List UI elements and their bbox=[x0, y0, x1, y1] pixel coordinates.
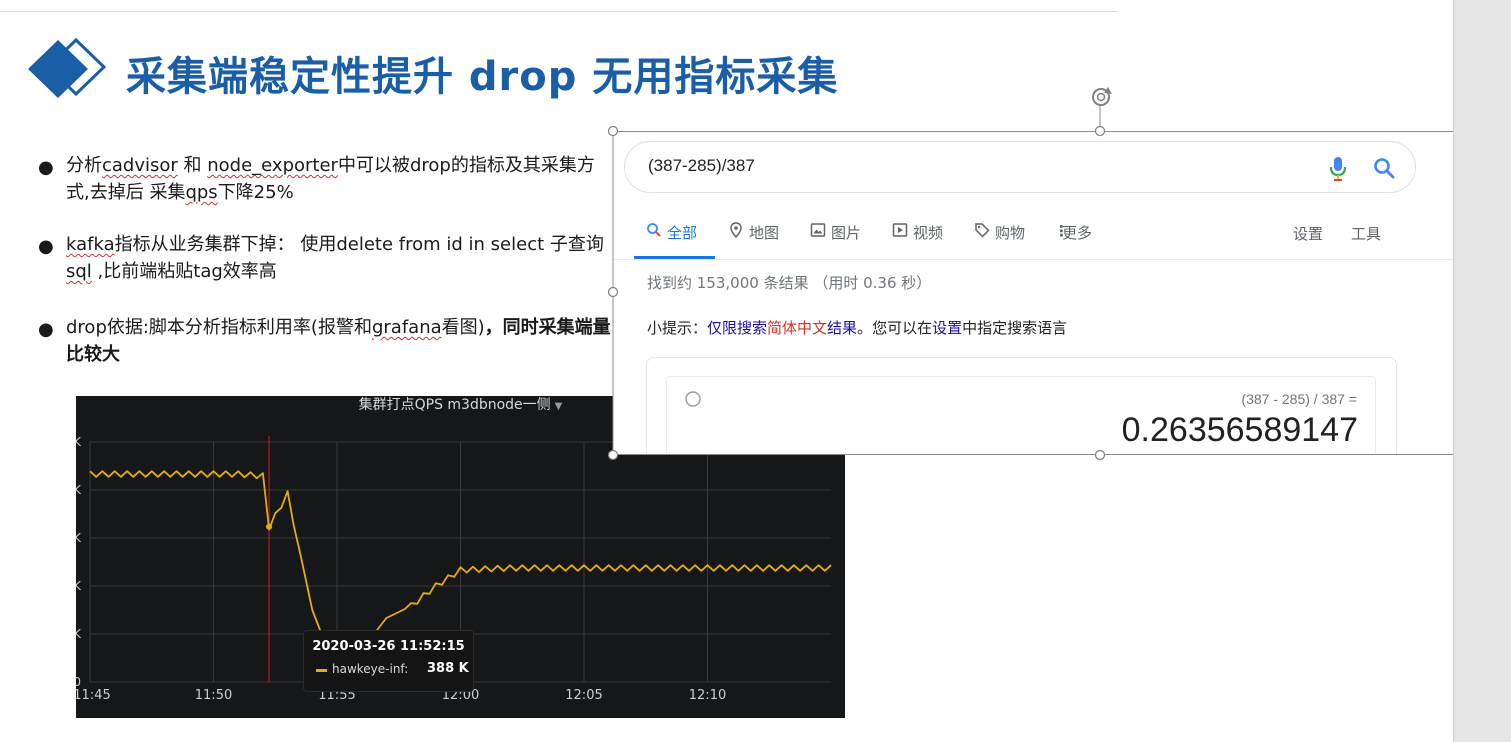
bullet-dot-icon: ● bbox=[38, 157, 54, 178]
bullet-dot-icon: ● bbox=[38, 319, 54, 340]
tooltip-time: 2020-03-26 11:52:15 bbox=[312, 639, 465, 654]
bullet-item: ● kafka指标从业务集群下掉： 使用delete from id in se… bbox=[38, 231, 618, 291]
y-tick-label: K bbox=[76, 435, 82, 449]
more-vert-icon: ⋮ bbox=[1054, 222, 1069, 240]
bullet-text-part: ,比前端粘贴tag效率高 bbox=[91, 261, 277, 282]
map-pin-icon bbox=[730, 222, 742, 238]
x-tick-label: 12:05 bbox=[565, 688, 602, 703]
tab-label: 全部 bbox=[667, 224, 698, 242]
search-screenshot[interactable]: (387-285)/387 全部 地图 图片 视频 购物 ⋮ 更多 设置 工具 … bbox=[613, 131, 1511, 455]
bullet-text-part: grafana bbox=[371, 317, 442, 338]
caret-down-icon[interactable]: ▼ bbox=[555, 398, 563, 416]
tip-link-restrict[interactable]: 仅限搜索 bbox=[707, 319, 767, 337]
bullet-text-part: sql bbox=[66, 261, 92, 282]
tab-videos[interactable]: 视频 bbox=[892, 222, 943, 260]
tip-link-settings[interactable]: 设置 bbox=[932, 319, 962, 337]
tab-more[interactable]: ⋮ 更多 bbox=[1054, 222, 1092, 260]
bullet-text-part: 下降25% bbox=[217, 182, 294, 203]
bullet-dot-icon: ● bbox=[38, 236, 54, 257]
tip-middle: 。您可以在 bbox=[857, 319, 933, 337]
tooltip-series-name: hawkeye-inf: bbox=[332, 662, 409, 676]
slide-title: 采集端稳定性提升 drop 无用指标采集 bbox=[126, 54, 839, 100]
bullet-text: drop依据:脚本分析指标利用率(报警和grafana看图)，同时采集端量比较大 bbox=[66, 314, 611, 368]
y-tick-label: 0 bbox=[76, 675, 81, 689]
tab-shopping[interactable]: 购物 bbox=[974, 222, 1025, 260]
chart-tooltip: 2020-03-26 11:52:15 hawkeye-inf: 388 K bbox=[303, 630, 474, 692]
language-tip: 小提示：仅限搜索简体中文结果。您可以在设置中指定搜索语言 bbox=[647, 317, 1067, 338]
y-tick-label: K bbox=[76, 627, 82, 641]
tooltip-value: 388 K bbox=[427, 661, 469, 676]
microphone-icon[interactable] bbox=[1329, 156, 1347, 182]
bullet-text-part: drop依据:脚本分析指标利用率(报警和 bbox=[66, 317, 372, 338]
tab-maps[interactable]: 地图 bbox=[728, 222, 779, 260]
tip-link-results[interactable]: 结果 bbox=[827, 319, 857, 337]
history-icon[interactable] bbox=[683, 389, 703, 409]
bullet-text-part: cadvisor bbox=[102, 155, 178, 176]
bullet-text-part: 和 bbox=[177, 155, 208, 176]
search-input[interactable]: (387-285)/387 bbox=[648, 156, 755, 176]
bullet-item: ● drop依据:脚本分析指标利用率(报警和grafana看图)，同时采集端量比… bbox=[38, 314, 618, 374]
rotate-handle-icon[interactable] bbox=[1092, 87, 1112, 106]
diamond-logo-icon bbox=[28, 37, 107, 98]
bullet-item: ● 分析cadvisor 和 node_exporter中可以被drop的指标及… bbox=[38, 152, 618, 212]
tab-all[interactable]: 全部 bbox=[646, 222, 697, 260]
video-icon bbox=[892, 223, 908, 237]
search-tabs: 全部 地图 图片 视频 购物 ⋮ 更多 设置 工具 bbox=[634, 220, 1394, 260]
tab-label: 视频 bbox=[913, 224, 944, 242]
side-scroll-panel[interactable] bbox=[1453, 0, 1511, 742]
chart-title-text: 集群打点QPS m3dbnode一侧 bbox=[358, 397, 551, 413]
result-stats: 找到约 153,000 条结果 （用时 0.36 秒） bbox=[647, 274, 932, 292]
search-icon[interactable] bbox=[1372, 156, 1396, 180]
bullet-text-part: 看图) bbox=[441, 317, 485, 338]
tab-images[interactable]: 图片 bbox=[810, 222, 861, 260]
bullet-text-part: qps bbox=[185, 182, 218, 203]
tab-label: 购物 bbox=[995, 224, 1026, 242]
x-tick-label: 11:50 bbox=[195, 688, 232, 703]
bullet-text-part: kafka bbox=[66, 234, 115, 255]
hover-point bbox=[266, 523, 273, 530]
bullet-text: 分析cadvisor 和 node_exporter中可以被drop的指标及其采… bbox=[66, 152, 611, 206]
tip-suffix: 中指定搜索语言 bbox=[962, 319, 1068, 337]
calculator-display: (387 - 285) / 387 = 0.26356589147 bbox=[666, 376, 1376, 454]
tip-prefix: 小提示： bbox=[647, 319, 708, 337]
top-divider bbox=[0, 11, 1118, 12]
settings-link[interactable]: 设置 bbox=[1293, 223, 1323, 261]
tab-label: 地图 bbox=[749, 224, 780, 242]
tip-link-language[interactable]: 简体中文 bbox=[767, 319, 827, 337]
calculator-result: 0.26356589147 bbox=[1121, 411, 1358, 449]
series-swatch bbox=[316, 669, 327, 672]
search-box[interactable]: (387-285)/387 bbox=[624, 141, 1416, 193]
bullet-text-part: 指标从业务集群下掉： 使用delete from id in select 子查… bbox=[114, 234, 604, 255]
y-tick-label: K bbox=[76, 531, 82, 545]
bullet-text-part: 分析 bbox=[66, 155, 102, 176]
calculator-expression: (387 - 285) / 387 = bbox=[1241, 391, 1357, 407]
tools-link[interactable]: 工具 bbox=[1351, 223, 1381, 261]
tag-icon bbox=[975, 223, 990, 238]
image-icon bbox=[810, 223, 826, 237]
x-tick-label: 12:10 bbox=[689, 688, 726, 703]
slide-canvas: 采集端稳定性提升 drop 无用指标采集 ● 分析cadvisor 和 node… bbox=[0, 0, 1511, 742]
settings-label: 设置 bbox=[1293, 225, 1324, 243]
tabs-divider bbox=[613, 259, 1511, 260]
search-icon bbox=[647, 223, 661, 237]
bullet-text: kafka指标从业务集群下掉： 使用delete from id in sele… bbox=[66, 231, 611, 285]
y-tick-label: K bbox=[76, 579, 82, 593]
tab-label: 图片 bbox=[831, 224, 862, 242]
y-tick-label: K bbox=[76, 483, 82, 497]
bullet-text-part: node_exporter bbox=[207, 155, 338, 176]
tab-label: 更多 bbox=[1062, 224, 1093, 242]
x-tick-label: 11:45 bbox=[76, 688, 111, 703]
tools-label: 工具 bbox=[1351, 225, 1382, 243]
